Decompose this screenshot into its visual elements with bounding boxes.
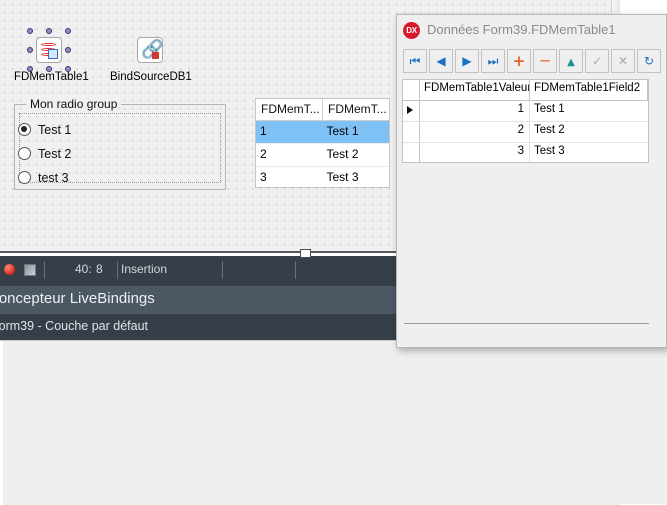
string-grid-header: FDMemT... FDMemT... [256,99,389,121]
refresh-button[interactable]: ↻ [637,49,661,73]
dx-brand-icon: DX [403,22,420,39]
last-record-button[interactable]: ⏭ [481,49,505,73]
radio-button-icon[interactable] [18,147,31,160]
cell-value: Test 2 [326,147,359,161]
data-grid-header: FDMemTable1Valeur FDMemTable1Field2 [403,80,648,101]
form-string-grid[interactable]: FDMemT... FDMemT... 1 Test 1 2 Test 2 3 … [255,98,390,188]
string-grid-col-2[interactable]: FDMemT... [323,99,389,120]
recording-indicator-icon[interactable] [4,264,15,275]
splitter-handle[interactable] [300,249,311,258]
radio-button-icon[interactable] [18,123,31,136]
radio-item-test3[interactable]: test 3 [18,167,69,189]
insert-record-button[interactable]: + [507,49,531,73]
canvas-left-edge [0,341,3,505]
component-fdmemtable1[interactable]: FDMemTable1 [14,28,89,84]
next-record-button[interactable]: ▶ [455,49,479,73]
radio-item-test1[interactable]: Test 1 [18,119,71,141]
string-grid-col-1[interactable]: FDMemT... [256,99,323,120]
current-record-arrow-icon [407,106,413,114]
radio-group-box[interactable]: Mon radio group Test 1 Test 2 test 3 [14,97,226,190]
row-indicator-gutter [403,101,420,121]
data-window-titlebar[interactable]: DX Données Form39.FDMemTable1 [397,15,666,46]
data-window-title: Données Form39.FDMemTable1 [427,22,616,37]
icon-frame: 🔗 [137,37,163,63]
data-grid-row[interactable]: 1 Test 1 [403,101,648,122]
data-grid[interactable]: FDMemTable1Valeur FDMemTable1Field2 1 Te… [402,79,649,163]
delete-record-button[interactable]: ─ [533,49,557,73]
row-indicator-gutter-header [403,80,420,100]
livebindings-canvas[interactable]: StringGrid1 * ••• BindSourceDB1 FDMemTab… [0,340,620,505]
cell-value: 2 [260,147,267,161]
firedac-memtable-icon[interactable] [27,28,71,72]
caret-line: 40: [75,262,92,276]
radio-label: test 3 [38,171,69,185]
component-label: FDMemTable1 [14,71,89,83]
radio-item-test2[interactable]: Test 2 [18,143,71,165]
radio-group-caption: Mon radio group [26,97,122,111]
cell-field2[interactable]: Test 2 [530,122,648,142]
first-record-button[interactable]: ⏮ [403,49,427,73]
data-grid-row[interactable]: 2 Test 2 [403,122,648,143]
cell-value: Test 3 [326,170,359,184]
cell-value: Test 1 [326,124,359,138]
component-label: BindSourceDB1 [110,71,192,83]
radio-label: Test 2 [38,147,72,161]
record-navigator-toolbar[interactable]: ⏮ ◀ ▶ ⏭ + ─ ▲ ✓ ✕ ↻ [397,46,666,77]
prior-record-button[interactable]: ◀ [429,49,453,73]
selection-handles[interactable] [27,28,71,72]
modified-indicator-icon[interactable] [24,264,36,276]
edit-record-button[interactable]: ▲ [559,49,583,73]
row-indicator-gutter [403,143,420,162]
cell-valeur[interactable]: 3 [420,143,530,162]
data-grid-col-field2[interactable]: FDMemTable1Field2 [530,80,648,100]
radio-label: Test 1 [38,123,72,137]
string-grid-row[interactable]: 1 Test 1 [256,121,389,144]
livebindings-layer-text: Form39 - Couche par défaut [0,319,149,333]
edit-mode-label: Insertion [121,262,168,276]
data-window-separator [404,323,649,324]
radio-button-icon[interactable] [18,171,31,184]
cell-value: 3 [260,170,267,184]
string-grid-row[interactable]: 2 Test 2 [256,144,389,167]
cancel-edit-button: ✕ [611,49,635,73]
livebindings-title-text: Concepteur LiveBindings [0,290,155,307]
cell-field2[interactable]: Test 3 [530,143,648,162]
component-bindsourcedb1[interactable]: 🔗 BindSourceDB1 [110,30,192,84]
cell-valeur[interactable]: 1 [420,101,530,121]
data-editor-window[interactable]: DX Données Form39.FDMemTable1 ⏮ ◀ ▶ ⏭ + … [396,14,667,348]
red-marker-icon [152,52,159,59]
string-grid-row[interactable]: 3 Test 3 [256,167,389,187]
post-edit-button: ✓ [585,49,609,73]
row-indicator-gutter [403,122,420,142]
cell-valeur[interactable]: 2 [420,122,530,142]
cell-value: 1 [260,124,267,138]
data-grid-row[interactable]: 3 Test 3 [403,143,648,162]
bindsourcedb-link-icon[interactable]: 🔗 [130,30,170,70]
cell-field2[interactable]: Test 1 [530,101,648,121]
caret-column: 8 [96,262,103,276]
data-grid-col-valeur[interactable]: FDMemTable1Valeur [420,80,530,100]
